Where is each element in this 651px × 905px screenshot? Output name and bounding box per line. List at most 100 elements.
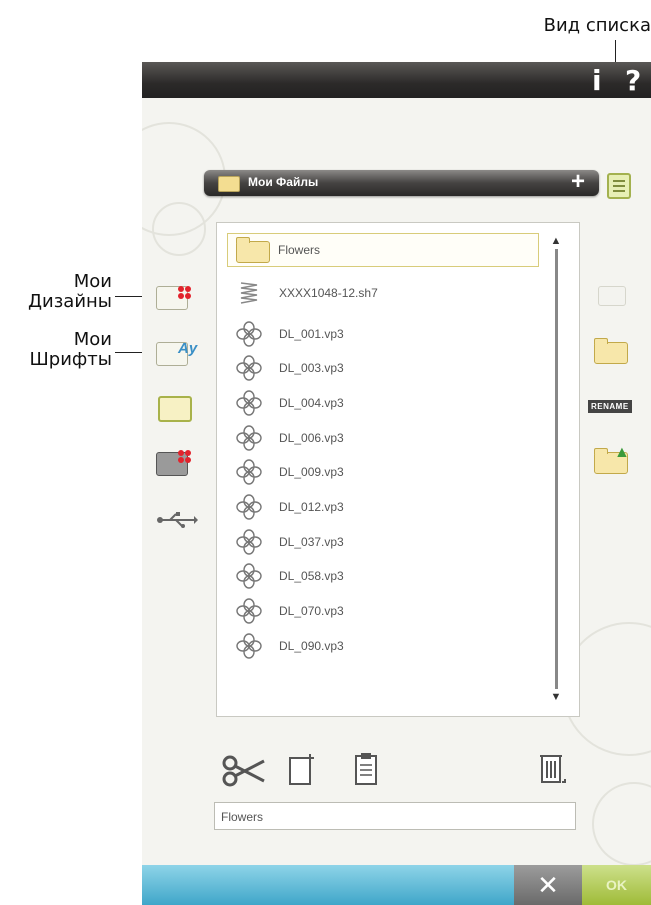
paste-icon	[289, 754, 314, 785]
callout-my-fonts-line1: Мои	[73, 329, 112, 350]
embroidery-machine-button[interactable]	[156, 446, 196, 476]
usb-button[interactable]	[156, 510, 198, 530]
paste-button[interactable]	[354, 752, 378, 786]
flower-design-icon	[236, 633, 262, 659]
file-name: Flowers	[278, 243, 321, 257]
list-item[interactable]: DL_058.vp3	[229, 558, 529, 594]
bottom-bar: ✕ OK	[142, 865, 651, 905]
close-icon: ✕	[537, 870, 559, 900]
design-dot	[185, 457, 191, 463]
decor-swirl	[592, 782, 651, 866]
open-folder-disabled-button[interactable]	[598, 286, 628, 310]
usb-icon	[157, 512, 198, 528]
file-name: DL_006.vp3	[279, 431, 344, 445]
list-view-icon-line	[613, 185, 625, 187]
callout-my-designs: Мои Дизайны	[0, 272, 112, 312]
flower-design-icon	[236, 321, 262, 347]
design-dot	[185, 286, 191, 292]
trash-icon	[540, 755, 566, 783]
list-item[interactable]: DL_037.vp3	[229, 524, 529, 560]
flower-design-icon	[236, 355, 262, 381]
design-dot	[185, 293, 191, 299]
file-name: DL_003.vp3	[279, 361, 344, 375]
rename-icon: RENAME	[588, 400, 632, 413]
top-bar: i ?	[142, 62, 651, 98]
flower-design-icon	[236, 563, 262, 589]
font-icon: Ay	[178, 340, 198, 357]
list-item[interactable]: DL_003.vp3	[229, 350, 529, 386]
scroll-up-icon[interactable]: ▲	[550, 235, 562, 247]
list-item[interactable]: DL_006.vp3	[229, 420, 529, 456]
callout-list-view: Вид списка	[543, 15, 651, 36]
list-item[interactable]: DL_009.vp3	[229, 454, 529, 490]
rename-button[interactable]: RENAME	[588, 400, 646, 416]
list-item[interactable]: Flowers	[227, 233, 539, 267]
flower-design-icon	[236, 494, 262, 520]
my-designs-button[interactable]	[156, 282, 196, 312]
file-name: DL_001.vp3	[279, 327, 344, 341]
delete-button[interactable]	[538, 752, 566, 786]
list-item[interactable]: DL_012.vp3	[229, 489, 529, 525]
decor-swirl	[152, 202, 206, 256]
folder-icon	[218, 176, 240, 192]
ok-button[interactable]: OK	[582, 865, 651, 905]
file-list[interactable]: Flowers XXXX1048-12.sh7 DL_001.vp3 DL_003…	[216, 222, 580, 717]
design-dot	[178, 293, 184, 299]
my-fonts-button[interactable]: Ay	[156, 338, 198, 368]
file-name: DL_012.vp3	[279, 500, 344, 514]
status-bar	[142, 865, 514, 905]
clipboard-icon	[355, 753, 377, 785]
new-folder-button[interactable]	[594, 338, 628, 364]
my-files-button[interactable]	[156, 392, 192, 422]
callout-my-fonts-line2: Шрифты	[29, 349, 112, 370]
folder-icon	[158, 396, 192, 422]
ok-label: OK	[606, 877, 627, 893]
file-name: DL_009.vp3	[279, 465, 344, 479]
file-name: XXXX1048-12.sh7	[279, 286, 378, 300]
list-item[interactable]: XXXX1048-12.sh7	[229, 275, 529, 311]
cut-button[interactable]	[222, 755, 266, 787]
machine-screen: i ? Мои Файлы + Ay Flowers XXXX1048-12.s…	[142, 62, 651, 905]
list-item[interactable]: DL_001.vp3	[229, 316, 529, 352]
scissors-icon	[222, 755, 265, 787]
design-dot	[178, 450, 184, 456]
folder-icon	[594, 338, 628, 364]
arrow-up-icon: ▲	[614, 444, 630, 461]
file-name: DL_090.vp3	[279, 639, 344, 653]
folder-path-bar[interactable]: Мои Файлы +	[204, 168, 599, 196]
folder-icon	[598, 286, 626, 306]
list-view-icon-line	[613, 190, 625, 192]
copy-button[interactable]	[288, 752, 318, 786]
add-folder-button[interactable]: +	[571, 168, 585, 196]
list-view-button[interactable]	[607, 173, 631, 199]
design-dot	[178, 457, 184, 463]
cancel-button[interactable]: ✕	[514, 865, 582, 905]
file-name: DL_037.vp3	[279, 535, 344, 549]
list-item[interactable]: DL_004.vp3	[229, 385, 529, 421]
flower-design-icon	[236, 529, 262, 555]
scrollbar[interactable]: ▲ ▼	[550, 235, 562, 705]
name-field[interactable]: Flowers	[214, 802, 576, 830]
help-icon[interactable]: ?	[625, 64, 641, 97]
file-name: DL_004.vp3	[279, 396, 344, 410]
file-name: DL_058.vp3	[279, 569, 344, 583]
scroll-track[interactable]	[555, 249, 558, 689]
file-name: DL_070.vp3	[279, 604, 344, 618]
list-item[interactable]: DL_070.vp3	[229, 593, 529, 629]
flower-design-icon	[236, 459, 262, 485]
folder-icon	[156, 452, 188, 476]
design-dot	[185, 450, 191, 456]
design-dot	[178, 286, 184, 292]
folder-title: Мои Файлы	[248, 175, 319, 189]
flower-design-icon	[236, 390, 262, 416]
callout-my-fonts: Мои Шрифты	[0, 330, 112, 370]
scroll-down-icon[interactable]: ▼	[550, 691, 562, 703]
info-icon[interactable]: i	[592, 64, 602, 97]
list-view-icon	[613, 180, 625, 182]
callout-my-designs-line1: Мои	[73, 271, 112, 292]
folder-icon	[236, 237, 270, 263]
flower-design-icon	[236, 598, 262, 624]
list-item[interactable]: DL_090.vp3	[229, 628, 529, 664]
move-up-folder-button[interactable]: ▲	[594, 444, 630, 474]
stitch-file-icon	[240, 282, 258, 304]
